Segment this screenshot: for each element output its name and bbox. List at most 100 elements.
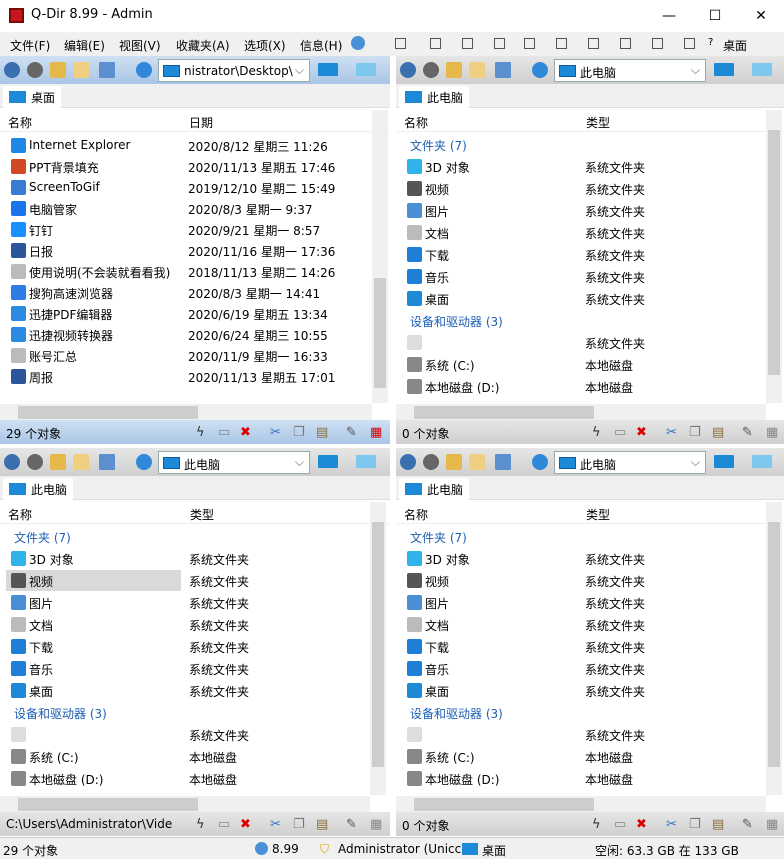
list-item[interactable]: 钉钉 2020/9/21 星期一 8:57 — [6, 219, 366, 240]
edit-icon[interactable]: ✎ — [742, 817, 753, 832]
column-type[interactable]: 类型 — [586, 506, 610, 523]
list-item[interactable]: Internet Explorer 2020/8/12 星期三 11:26 — [6, 135, 366, 156]
scroll-thumb[interactable] — [372, 522, 384, 767]
menu-file[interactable]: 文件(F) — [10, 37, 50, 54]
monitor-menu-icon[interactable] — [356, 455, 376, 468]
copy-icon[interactable]: ❐ — [293, 425, 305, 440]
list-item[interactable]: 本地磁盘 (D:) 本地磁盘 — [6, 768, 237, 789]
delete-icon[interactable]: ✖ — [636, 425, 647, 440]
list-item[interactable]: ScreenToGif 2019/12/10 星期二 15:49 — [6, 177, 366, 198]
rename-icon[interactable]: ▭ — [218, 425, 230, 440]
grid-icon[interactable]: ▦ — [766, 817, 778, 832]
paste-icon[interactable]: ▤ — [712, 425, 724, 440]
scroll-thumb[interactable] — [414, 798, 594, 811]
layout-button-5[interactable] — [556, 38, 567, 49]
copy-icon[interactable]: ❐ — [293, 817, 305, 832]
list-item[interactable]: 迅捷视频转换器 2020/6/24 星期三 10:55 — [6, 324, 366, 345]
up-folder-icon[interactable] — [446, 62, 462, 78]
minimize-button[interactable]: — — [646, 4, 692, 28]
refresh-icon[interactable] — [532, 62, 548, 78]
list-item[interactable]: 系统 (C:) 本地磁盘 — [402, 354, 633, 375]
refresh-icon[interactable] — [532, 454, 548, 470]
scroll-thumb[interactable] — [374, 278, 386, 388]
back-icon[interactable] — [400, 454, 416, 470]
refresh-icon[interactable] — [136, 62, 152, 78]
column-name[interactable]: 名称 — [404, 506, 428, 523]
copy-icon[interactable]: ❐ — [689, 425, 701, 440]
vertical-scrollbar[interactable] — [370, 502, 386, 795]
view-mode-icon[interactable] — [99, 62, 115, 78]
address-dropdown-icon[interactable]: ⌵ — [691, 455, 700, 470]
monitor-menu-icon[interactable] — [752, 63, 772, 76]
list-item[interactable]: 本地磁盘 (D:) 本地磁盘 — [402, 768, 633, 789]
scroll-thumb[interactable] — [18, 406, 198, 419]
edit-icon[interactable]: ✎ — [346, 817, 357, 832]
view-mode-icon[interactable] — [99, 454, 115, 470]
address-bar[interactable]: 此电脑 ⌵ — [554, 59, 706, 82]
flash-icon[interactable]: ϟ — [592, 425, 601, 440]
list-item[interactable]: 系统文件夹 — [402, 724, 645, 745]
refresh-icon[interactable] — [136, 454, 152, 470]
scroll-thumb[interactable] — [768, 130, 780, 375]
list-item[interactable]: 3D 对象 系统文件夹 — [6, 548, 249, 569]
menu-view[interactable]: 视图(V) — [119, 37, 161, 54]
drive-menu-icon[interactable] — [318, 63, 338, 76]
forward-icon[interactable] — [27, 62, 43, 78]
list-item[interactable]: 3D 对象 系统文件夹 — [402, 156, 645, 177]
paste-icon[interactable]: ▤ — [316, 425, 328, 440]
flash-icon[interactable]: ϟ — [196, 425, 205, 440]
column-type[interactable]: 类型 — [586, 114, 610, 131]
list-item[interactable]: 搜狗高速浏览器 2020/8/3 星期一 14:41 — [6, 282, 366, 303]
horizontal-scrollbar[interactable] — [0, 404, 372, 421]
up-folder-icon[interactable] — [50, 62, 66, 78]
desktop-shortcut[interactable]: 桌面 — [723, 37, 747, 54]
layout-button-0[interactable] — [395, 38, 406, 49]
layout-button-7[interactable] — [620, 38, 631, 49]
tab-2[interactable]: 此电脑 — [3, 478, 74, 500]
flash-icon[interactable]: ϟ — [196, 817, 205, 832]
forward-icon[interactable] — [27, 454, 43, 470]
menu-edit[interactable]: 编辑(E) — [64, 37, 105, 54]
view-mode-icon[interactable] — [495, 62, 511, 78]
menu-info[interactable]: 信息(H) — [300, 37, 342, 54]
column-date[interactable]: 日期 — [189, 114, 213, 131]
grid-icon[interactable]: ▦ — [370, 817, 382, 832]
tab-3[interactable]: 此电脑 — [399, 478, 470, 500]
delete-icon[interactable]: ✖ — [240, 817, 251, 832]
cut-icon[interactable]: ✂ — [270, 817, 281, 832]
column-type[interactable]: 类型 — [190, 506, 214, 523]
vertical-scrollbar[interactable] — [766, 502, 782, 795]
list-item[interactable]: 电脑管家 2020/8/3 星期一 9:37 — [6, 198, 366, 219]
list-item[interactable]: 文档 系统文件夹 — [402, 222, 645, 243]
address-dropdown-icon[interactable]: ⌵ — [295, 455, 304, 470]
address-bar[interactable]: nistrator\Desktop\ ⌵ — [158, 59, 310, 82]
list-item[interactable]: 日报 2020/11/16 星期一 17:36 — [6, 240, 366, 261]
menu-favorites[interactable]: 收藏夹(A) — [176, 37, 230, 54]
list-item[interactable]: 音乐 系统文件夹 — [6, 658, 249, 679]
layout-button-4[interactable] — [524, 38, 535, 49]
list-item[interactable]: 图片 系统文件夹 — [6, 592, 249, 613]
list-item[interactable]: 迅捷PDF编辑器 2020/6/19 星期五 13:34 — [6, 303, 366, 324]
scroll-thumb[interactable] — [768, 522, 780, 767]
list-item[interactable]: PPT背景填充 2020/11/13 星期五 17:46 — [6, 156, 366, 177]
paste-icon[interactable]: ▤ — [712, 817, 724, 832]
vertical-scrollbar[interactable] — [766, 110, 782, 403]
column-name[interactable]: 名称 — [404, 114, 428, 131]
horizontal-scrollbar[interactable] — [396, 796, 766, 813]
list-item[interactable]: 账号汇总 2020/11/9 星期一 16:33 — [6, 345, 366, 366]
delete-icon[interactable]: ✖ — [636, 817, 647, 832]
inet-help-icon[interactable]: ? — [708, 37, 713, 48]
address-bar[interactable]: 此电脑 ⌵ — [554, 451, 706, 474]
list-item[interactable]: 音乐 系统文件夹 — [402, 658, 645, 679]
new-folder-icon[interactable] — [469, 62, 485, 78]
flash-icon[interactable]: ϟ — [592, 817, 601, 832]
address-dropdown-icon[interactable]: ⌵ — [691, 63, 700, 78]
list-item[interactable]: 下载 系统文件夹 — [402, 636, 645, 657]
forward-icon[interactable] — [423, 62, 439, 78]
drive-menu-icon[interactable] — [714, 63, 734, 76]
rename-icon[interactable]: ▭ — [614, 425, 626, 440]
cut-icon[interactable]: ✂ — [666, 425, 677, 440]
monitor-menu-icon[interactable] — [356, 63, 376, 76]
column-name[interactable]: 名称 — [8, 114, 32, 131]
cut-icon[interactable]: ✂ — [666, 817, 677, 832]
